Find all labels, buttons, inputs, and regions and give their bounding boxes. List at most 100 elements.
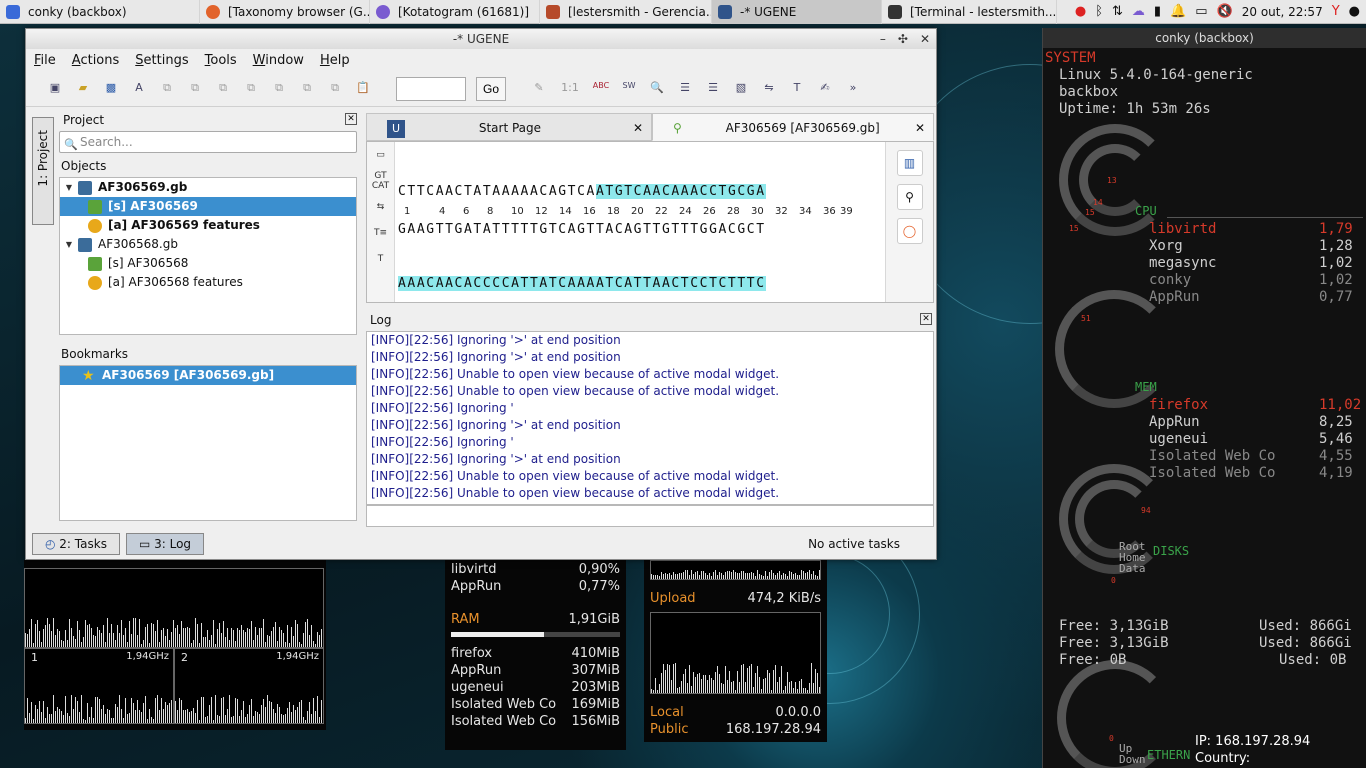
- project-search-input[interactable]: 🔍 Search...: [59, 131, 357, 153]
- tree-row[interactable]: [s] AF306568: [60, 254, 356, 273]
- log-view[interactable]: [INFO][22:56] Ignoring '>' at end positi…: [366, 331, 934, 505]
- network-icon[interactable]: ⇅: [1112, 4, 1123, 19]
- bookmarks-list[interactable]: ★ AF306569 [AF306569.gb]: [59, 365, 357, 521]
- taskbar-item-conky[interactable]: conky (backbox): [0, 0, 200, 24]
- conky-titlebar[interactable]: conky (backbox): [1043, 28, 1366, 48]
- copy-complement-translation-icon[interactable]: ⧉: [298, 81, 316, 97]
- copy-annotation-icon[interactable]: ⧉: [242, 81, 260, 97]
- zoom-ratio[interactable]: 1:1: [558, 81, 582, 97]
- close-panel-icon[interactable]: ✕: [345, 113, 357, 125]
- sequence-top-strand[interactable]: CTTCAACTATAAAAACAGTCAATGTCAACAAACCTGCGA: [398, 184, 766, 199]
- copy-qualifier-icon[interactable]: ⧉: [270, 81, 288, 97]
- proc-row: Isolated Web Co 156MiB: [451, 714, 620, 729]
- copy-icon[interactable]: ⧉: [158, 81, 176, 97]
- go-button[interactable]: Go: [476, 76, 506, 101]
- sequence-view[interactable]: ▭ GT CAT ⇆ T≡ T CTTCAACTATAAAAACAGTCAATGT…: [366, 141, 934, 303]
- menu-file[interactable]: File: [34, 53, 56, 68]
- objects-tree[interactable]: ▼ AF306569.gb [s] AF306569 [a] AF306569 f…: [59, 177, 357, 335]
- circular-view-icon[interactable]: ◯: [896, 218, 923, 244]
- complement-strand[interactable]: GAAGTTGATATTTTTGTCAGTTACAGTTGTTTGGACGCT: [398, 222, 766, 237]
- volume-icon[interactable]: 🔇: [1217, 4, 1233, 19]
- graph-bar: [735, 690, 736, 693]
- tree-row[interactable]: [a] AF306568 features: [60, 273, 356, 292]
- brush-icon[interactable]: ✍: [816, 81, 834, 97]
- translation-toggle-icon[interactable]: ⇆: [367, 194, 394, 220]
- maximize-icon[interactable]: ✣: [898, 29, 908, 49]
- proc-row: libvirtd 0,90%: [451, 562, 620, 577]
- mega-icon[interactable]: ●: [1075, 4, 1086, 19]
- menu-window[interactable]: Window: [253, 53, 304, 68]
- abc-icon[interactable]: ABC: [592, 81, 610, 97]
- edit-icon[interactable]: ✎: [530, 81, 548, 97]
- tools-icon[interactable]: T: [788, 81, 806, 97]
- graph-bar: [663, 664, 664, 693]
- add-object-icon[interactable]: A: [130, 81, 148, 97]
- graph-bar: [305, 720, 306, 723]
- complement-toggle-icon[interactable]: GT CAT: [367, 168, 394, 194]
- close-tab-icon[interactable]: ✕: [633, 114, 643, 142]
- yandex-icon[interactable]: Y: [1332, 4, 1340, 19]
- user-icon[interactable]: ●: [1349, 4, 1360, 19]
- graph-bar: [265, 707, 266, 723]
- new-project-icon[interactable]: ▣: [46, 81, 64, 97]
- ruler-tick: 12: [535, 206, 548, 217]
- paste-icon[interactable]: 📋: [354, 81, 372, 97]
- power-icon[interactable]: ▮: [1154, 4, 1161, 19]
- tree-icon[interactable]: ⚲: [896, 184, 923, 210]
- cloud-icon[interactable]: ☁: [1132, 4, 1145, 19]
- log-filter-input[interactable]: [366, 505, 934, 527]
- bluetooth-icon[interactable]: ᛒ: [1095, 4, 1103, 19]
- text-icon[interactable]: T: [367, 246, 394, 272]
- notification-icon[interactable]: 🔔: [1170, 4, 1186, 19]
- copy-complement-icon[interactable]: ⧉: [186, 81, 204, 97]
- tab-project-vertical[interactable]: 1: Project: [32, 117, 54, 225]
- wrap-icon[interactable]: T≡: [367, 220, 394, 246]
- graph-bar: [75, 697, 76, 723]
- close-tab-icon[interactable]: ✕: [915, 114, 925, 142]
- menu-help[interactable]: Help: [320, 53, 350, 68]
- align-icon-2[interactable]: ☰: [704, 81, 722, 97]
- chart-icon[interactable]: ▥: [896, 150, 923, 176]
- taskbar-item-kotatogram[interactable]: [Kotatogram (61681)]: [370, 0, 540, 24]
- dotplot-icon[interactable]: ▧: [732, 81, 750, 97]
- menu-settings[interactable]: Settings: [135, 53, 188, 68]
- taskbar-item-ugene[interactable]: -* UGENE: [712, 0, 882, 24]
- position-input[interactable]: [396, 76, 466, 101]
- bookmark-row[interactable]: ★ AF306569 [AF306569.gb]: [60, 366, 356, 385]
- find-icon[interactable]: 🔍: [648, 81, 666, 97]
- save-icon[interactable]: ▩: [102, 81, 120, 97]
- close-panel-icon[interactable]: ✕: [920, 313, 932, 325]
- conky-mem-panel: libvirtd 0,90% AppRun 0,77% RAM 1,91GiB fir…: [445, 560, 626, 750]
- smith-waterman-icon[interactable]: SW: [620, 81, 638, 97]
- graph-bar: [115, 704, 116, 723]
- tab-tasks[interactable]: ◴ 2: Tasks: [32, 533, 120, 555]
- tab-log[interactable]: ▭ 3: Log: [125, 533, 205, 555]
- scroll-icon[interactable]: ▭: [367, 142, 394, 168]
- tree-row[interactable]: ▼ AF306568.gb: [60, 235, 356, 254]
- tree-row[interactable]: ▼ AF306569.gb: [60, 178, 356, 197]
- clock[interactable]: 20 out, 22:57: [1242, 5, 1323, 19]
- window-titlebar[interactable]: -* UGENE – ✣ ✕: [26, 29, 936, 49]
- close-icon[interactable]: ✕: [920, 29, 930, 49]
- open-icon[interactable]: ▰: [74, 81, 92, 97]
- primer-icon[interactable]: ⇋: [760, 81, 778, 97]
- graph-bar: [129, 713, 130, 723]
- translation-strand[interactable]: AAACAACACCCCATTATCAAAATCATTAACTCCTCTTTC: [398, 276, 766, 291]
- graph-bar: [797, 689, 798, 693]
- minimize-icon[interactable]: –: [880, 29, 886, 49]
- align-icon[interactable]: ☰: [676, 81, 694, 97]
- more-icon[interactable]: »: [844, 81, 862, 97]
- copy-translation-icon[interactable]: ⧉: [214, 81, 232, 97]
- battery-icon[interactable]: ▭: [1195, 4, 1207, 19]
- copy-rev-icon[interactable]: ⧉: [326, 81, 344, 97]
- graph-bar: [813, 571, 814, 579]
- tree-row[interactable]: [a] AF306569 features: [60, 216, 356, 235]
- menu-tools[interactable]: Tools: [205, 53, 237, 68]
- taskbar-item-terminal[interactable]: [Terminal - lestersmith...: [882, 0, 1057, 24]
- taskbar-item-file-manager[interactable]: [lestersmith - Gerencia...: [540, 0, 712, 24]
- tab-start-page[interactable]: U Start Page ✕: [366, 113, 652, 141]
- taskbar-item-firefox[interactable]: [Taxonomy browser (G...: [200, 0, 370, 24]
- tree-row[interactable]: [s] AF306569: [60, 197, 356, 216]
- menu-actions[interactable]: Actions: [72, 53, 120, 68]
- tab-sequence[interactable]: ⚲ AF306569 [AF306569.gb] ✕: [652, 113, 934, 141]
